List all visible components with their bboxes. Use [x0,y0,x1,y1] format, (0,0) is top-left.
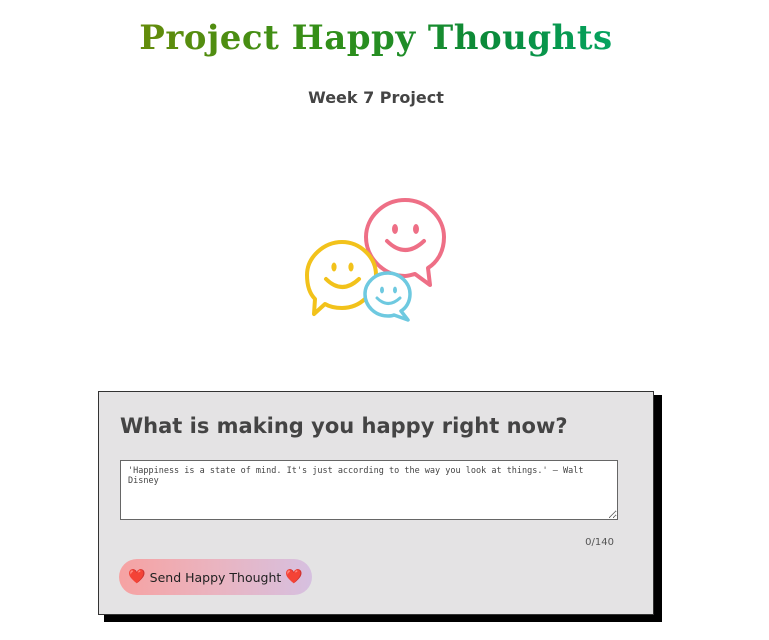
heart-icon: ❤️ [285,569,303,585]
character-counter: 0/140 [585,537,614,548]
app-title: Project Happy Thoughts [0,18,752,58]
thought-form-card: What is making you happy right now? 0/14… [98,391,654,615]
form-question: What is making you happy right now? [120,414,568,438]
send-button-label: Send Happy Thought [149,569,282,585]
smiley-chat-bubbles-icon [305,198,446,322]
thought-input[interactable] [120,460,618,520]
page-subtitle: Week 7 Project [308,88,444,107]
heart-icon: ❤️ [128,569,146,585]
blue-smiley-bubble-icon [363,271,412,322]
send-happy-thought-button[interactable]: ❤️ Send Happy Thought ❤️ [119,559,312,595]
page: Project Happy Thoughts Week 7 Project Wh… [0,0,769,640]
